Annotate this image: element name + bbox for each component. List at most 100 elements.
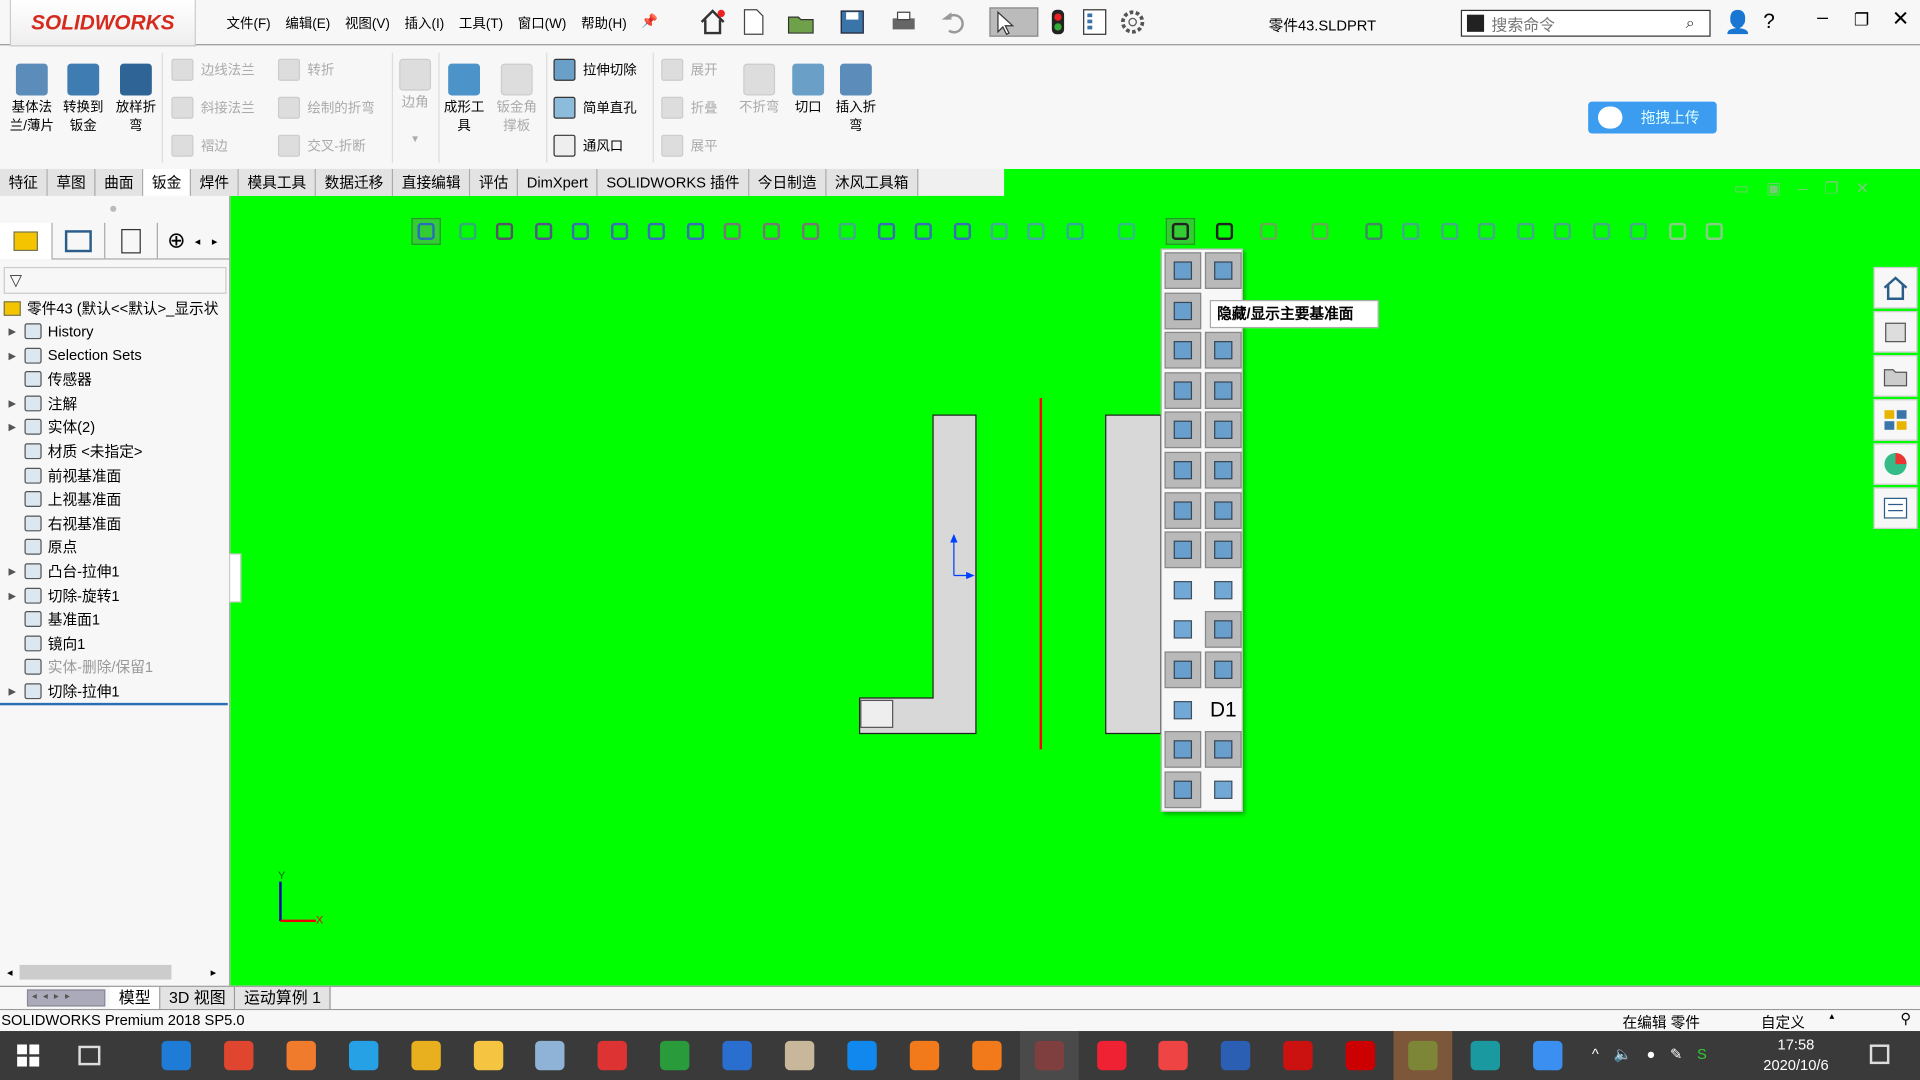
- tab-5[interactable]: 模具工具: [238, 168, 317, 196]
- vent-button[interactable]: 通风口: [553, 134, 623, 157]
- tree-item[interactable]: 镜向1: [0, 632, 85, 655]
- base-flange-button[interactable]: 基体法兰/薄片: [6, 63, 57, 136]
- new-file-icon[interactable]: [738, 7, 767, 36]
- app-red-taskbar-icon[interactable]: [597, 1040, 628, 1071]
- custom-properties-icon[interactable]: [1873, 487, 1918, 529]
- cross-break-button[interactable]: 交叉-折断: [277, 134, 366, 157]
- feature-manager-tab[interactable]: [0, 222, 53, 260]
- menu-edit[interactable]: 编辑(E): [285, 13, 330, 33]
- menu-help[interactable]: 帮助(H): [581, 13, 627, 33]
- print-icon[interactable]: [889, 7, 918, 36]
- annotations-icon[interactable]: [1164, 451, 1202, 489]
- corners-button[interactable]: 边角 ▼: [397, 58, 434, 148]
- autocad-taskbar-icon[interactable]: [1283, 1040, 1313, 1071]
- tab-3[interactable]: 钣金: [143, 168, 192, 196]
- all-annotations-icon[interactable]: [1204, 451, 1242, 489]
- upload-button[interactable]: 拖拽上传: [1588, 101, 1717, 134]
- menu-file[interactable]: 文件(F): [227, 13, 271, 33]
- tab-navigation-arrows[interactable]: ◂◂▸▸: [26, 989, 106, 1007]
- tree-item[interactable]: ▶ 切除-拉伸1: [0, 680, 120, 703]
- origins-icon[interactable]: [1164, 371, 1202, 409]
- qq-music-taskbar-icon[interactable]: [1158, 1040, 1189, 1071]
- right-part-body[interactable]: [1105, 414, 1162, 735]
- bottom-tab-0[interactable]: 模型: [110, 986, 161, 1009]
- sketch-relations-icon[interactable]: [1164, 531, 1202, 569]
- part-end-face[interactable]: [860, 699, 894, 728]
- expand-arrow-icon[interactable]: ▶: [0, 566, 24, 577]
- tab-9[interactable]: DimXpert: [518, 168, 598, 196]
- hem-button[interactable]: 褶边: [171, 134, 228, 157]
- pin-icon[interactable]: 📌: [641, 13, 658, 33]
- units-arrow-icon[interactable]: ▴: [1829, 1010, 1834, 1021]
- lofted-bend-button[interactable]: 放样折弯: [111, 63, 160, 136]
- menu-window[interactable]: 窗口(W): [518, 13, 567, 33]
- search-app-taskbar-icon[interactable]: [971, 1040, 1002, 1071]
- file-explorer-icon[interactable]: [1873, 355, 1918, 397]
- app-globe-taskbar-icon[interactable]: [660, 1040, 690, 1071]
- tree-item[interactable]: 实体-删除/保留1: [0, 656, 153, 679]
- simple-hole-button[interactable]: 简单直孔: [553, 96, 637, 119]
- routing-points-icon[interactable]: [1164, 651, 1202, 689]
- extruded-cut-button[interactable]: 拉伸切除: [553, 58, 637, 81]
- tree-item[interactable]: ▶ History: [0, 320, 93, 343]
- tab-12[interactable]: 沐风工具箱: [826, 168, 919, 196]
- tab-scroll-right[interactable]: ▸: [212, 223, 229, 259]
- convert-to-sheet-metal-button[interactable]: 转换到钣金: [59, 63, 108, 136]
- tab-10[interactable]: SOLIDWORKS 插件: [597, 168, 750, 196]
- app-bird-taskbar-icon[interactable]: [722, 1040, 752, 1071]
- volume-icon[interactable]: 🔈: [1613, 1046, 1631, 1063]
- pen-icon[interactable]: ✎: [1670, 1046, 1682, 1063]
- tree-item[interactable]: ▶ 凸台-拉伸1: [0, 560, 120, 583]
- dimension-names-icon[interactable]: D1: [1205, 691, 1242, 728]
- sketched-bend-button[interactable]: 绘制的折弯: [277, 96, 375, 119]
- menu-view[interactable]: 视图(V): [345, 13, 390, 33]
- undo-icon[interactable]: [939, 7, 968, 36]
- tree-item[interactable]: 前视基准面: [0, 464, 121, 487]
- fold-button[interactable]: 折叠: [661, 96, 718, 119]
- acrobat-taskbar-icon[interactable]: [1345, 1040, 1376, 1071]
- bounding-box-icon[interactable]: [1164, 771, 1202, 808]
- firefox-taskbar-icon[interactable]: [286, 1040, 316, 1071]
- rollback-bar[interactable]: [0, 702, 228, 706]
- expand-arrow-icon[interactable]: ▶: [0, 686, 24, 697]
- task-view-icon[interactable]: [78, 1045, 101, 1066]
- dimension-lines-icon[interactable]: [1164, 491, 1202, 529]
- open-file-icon[interactable]: [786, 7, 815, 36]
- sketch-tags-icon[interactable]: [1164, 731, 1202, 768]
- lights-icon[interactable]: [1205, 572, 1242, 609]
- coordinate-systems-icon[interactable]: [1164, 332, 1202, 369]
- property-manager-tab[interactable]: [53, 222, 106, 259]
- word-taskbar-icon[interactable]: [1221, 1040, 1251, 1071]
- home-icon[interactable]: [698, 7, 727, 36]
- expand-arrow-icon[interactable]: ▶: [0, 326, 24, 337]
- edge-taskbar-icon[interactable]: [161, 1040, 192, 1071]
- annotation-orientation-icon[interactable]: [1204, 371, 1242, 409]
- tree-item[interactable]: 右视基准面: [0, 512, 121, 535]
- restore-button[interactable]: ❐: [1854, 10, 1869, 31]
- design-library-icon[interactable]: [1873, 311, 1918, 353]
- units-selector[interactable]: 自定义: [1761, 1011, 1805, 1032]
- tree-root[interactable]: 零件43 (默认<<默认>_显示状: [3, 296, 218, 319]
- app-teal-taskbar-icon[interactable]: [1470, 1040, 1500, 1071]
- save-icon[interactable]: [838, 7, 867, 36]
- tree-filter[interactable]: ▽: [3, 266, 227, 294]
- center-of-mass-icon[interactable]: [1204, 731, 1242, 768]
- mechanical-gears-icon[interactable]: [1205, 771, 1242, 808]
- windows-start-icon[interactable]: [17, 1044, 40, 1067]
- tray-expand-icon[interactable]: ^: [1592, 1046, 1599, 1063]
- ie-taskbar-icon[interactable]: [348, 1040, 378, 1071]
- solidworks-logo[interactable]: SOLIDWORKS: [9, 0, 196, 47]
- rip-button[interactable]: 切口: [786, 63, 830, 118]
- tree-item[interactable]: ▶ 切除-旋转1: [0, 584, 120, 607]
- expand-arrow-icon[interactable]: ▶: [0, 422, 24, 433]
- solidworks-resources-icon[interactable]: [1873, 266, 1918, 309]
- curves-icon[interactable]: [1164, 411, 1202, 449]
- edge-flange-button[interactable]: 边线法兰: [171, 58, 255, 81]
- app-blue-taskbar-icon[interactable]: [847, 1040, 877, 1071]
- tab-scroll-left[interactable]: ◂: [195, 223, 212, 259]
- app-feather-taskbar-icon[interactable]: [410, 1040, 441, 1071]
- tab-2[interactable]: 曲面: [95, 168, 144, 196]
- tab-0[interactable]: 特征: [0, 168, 48, 196]
- horizontal-scrollbar[interactable]: ◂ ▸: [0, 962, 230, 982]
- options-gear-icon[interactable]: [1118, 7, 1147, 36]
